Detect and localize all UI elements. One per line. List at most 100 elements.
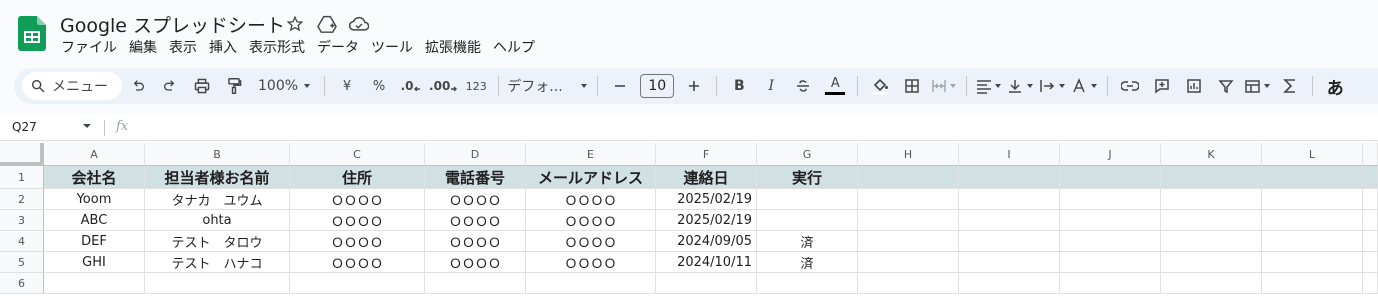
table-cell[interactable]: 2024/09/05 [656,231,757,252]
insert-comment-icon[interactable] [1148,72,1176,100]
table-cell[interactable] [757,273,858,294]
table-cell[interactable] [526,273,656,294]
table-cell[interactable] [1363,273,1378,294]
header-cell[interactable]: 担当者様お名前 [145,166,290,189]
move-to-drive-icon[interactable] [317,14,337,34]
column-header[interactable]: K [1161,143,1262,166]
text-rotation-icon[interactable] [1071,72,1099,100]
menu-tools[interactable]: ツール [365,38,419,58]
table-cell[interactable] [858,189,959,210]
header-cell[interactable] [959,166,1060,189]
borders-icon[interactable] [898,72,926,100]
table-cell[interactable] [1262,252,1363,273]
table-cell[interactable] [1060,210,1161,231]
table-cell[interactable] [1363,189,1378,210]
table-cell[interactable] [959,189,1060,210]
paint-format-icon[interactable] [220,72,248,100]
table-cell[interactable] [1161,189,1262,210]
column-header[interactable]: A [44,143,145,166]
table-cell[interactable] [44,273,145,294]
chevron-down-icon[interactable] [82,121,92,131]
menu-view[interactable]: 表示 [163,38,203,58]
table-cell[interactable]: ＯＯＯＯ [425,210,526,231]
header-cell[interactable]: 連絡日 [656,166,757,189]
table-cell[interactable] [1161,231,1262,252]
header-cell[interactable]: メールアドレス [526,166,656,189]
header-cell[interactable] [1363,166,1378,189]
header-cell[interactable]: 住所 [290,166,425,189]
column-header[interactable]: I [959,143,1060,166]
font-select[interactable]: デフォ... [507,72,589,100]
filter-views-icon[interactable] [1244,72,1272,100]
table-cell[interactable]: ＯＯＯＯ [526,189,656,210]
table-cell[interactable] [1161,252,1262,273]
menu-search[interactable]: メニュー [22,72,122,100]
increase-font-size-icon[interactable] [680,72,708,100]
undo-icon[interactable] [124,72,152,100]
table-cell[interactable]: ABC [44,210,145,231]
menu-edit[interactable]: 編集 [123,38,163,58]
table-cell[interactable]: ＯＯＯＯ [425,231,526,252]
column-header[interactable]: E [526,143,656,166]
table-cell[interactable] [1161,210,1262,231]
table-cell[interactable]: 済 [757,231,858,252]
header-cell[interactable] [1060,166,1161,189]
header-cell[interactable]: 会社名 [44,166,145,189]
merge-cells-icon[interactable] [930,72,958,100]
row-header[interactable]: 1 [0,166,44,189]
header-cell[interactable] [858,166,959,189]
table-cell[interactable] [1262,189,1363,210]
row-header[interactable]: 4 [0,231,44,252]
table-cell[interactable] [757,189,858,210]
cloud-saved-icon[interactable] [349,14,369,34]
vertical-align-icon[interactable] [1007,72,1035,100]
table-cell[interactable]: ＯＯＯＯ [526,231,656,252]
print-icon[interactable] [188,72,216,100]
table-cell[interactable]: 2025/02/19 [656,210,757,231]
number-format-button[interactable]: 123 [462,72,490,100]
header-cell[interactable] [1161,166,1262,189]
table-cell[interactable] [1060,273,1161,294]
table-cell[interactable]: ＯＯＯＯ [425,252,526,273]
column-header[interactable]: D [425,143,526,166]
row-header[interactable]: 5 [0,252,44,273]
row-header[interactable]: 2 [0,189,44,210]
table-cell[interactable] [1262,210,1363,231]
row-header[interactable]: 3 [0,210,44,231]
horizontal-align-icon[interactable] [975,72,1003,100]
currency-format-button[interactable]: ¥ [333,72,361,100]
table-cell[interactable]: ohta [145,210,290,231]
table-cell[interactable] [1363,231,1378,252]
table-cell[interactable] [145,273,290,294]
input-tools-button[interactable]: あ [1321,72,1349,100]
menu-extensions[interactable]: 拡張機能 [419,38,487,58]
table-cell[interactable]: ＯＯＯＯ [425,189,526,210]
table-cell[interactable] [290,273,425,294]
table-cell[interactable] [1262,273,1363,294]
zoom-select[interactable]: 100% [258,72,316,100]
menu-data[interactable]: データ [311,38,365,58]
column-header[interactable]: B [145,143,290,166]
text-color-button[interactable]: A [821,72,849,100]
column-header[interactable]: G [757,143,858,166]
table-cell[interactable]: 2025/02/19 [656,189,757,210]
table-cell[interactable] [959,252,1060,273]
table-cell[interactable] [858,210,959,231]
document-title[interactable]: Google スプレッドシート [60,11,285,38]
italic-button[interactable]: I [757,72,785,100]
row-header[interactable]: 6 [0,273,44,294]
text-wrap-icon[interactable] [1039,72,1067,100]
percent-format-button[interactable]: % [365,72,393,100]
strikethrough-icon[interactable] [789,72,817,100]
table-cell[interactable] [1060,231,1161,252]
table-cell[interactable]: ＯＯＯＯ [290,210,425,231]
table-cell[interactable]: ＯＯＯＯ [290,189,425,210]
table-cell[interactable] [959,210,1060,231]
table-cell[interactable]: テスト タロウ [145,231,290,252]
bold-button[interactable]: B [725,72,753,100]
table-cell[interactable] [1161,273,1262,294]
star-icon[interactable] [285,14,305,34]
menu-help[interactable]: ヘルプ [487,38,541,58]
column-header[interactable] [1363,143,1378,166]
table-cell[interactable]: ＯＯＯＯ [290,252,425,273]
